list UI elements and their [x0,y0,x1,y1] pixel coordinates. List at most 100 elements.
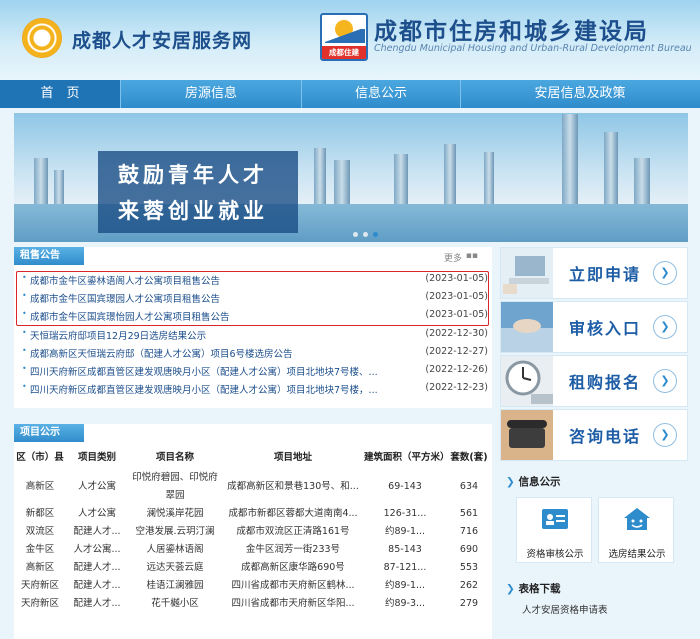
qualification-review-card[interactable]: 资格审核公示 [516,497,592,563]
clock-photo-icon [501,356,553,406]
application-form-download-link[interactable]: 人才安居资格申请表 [522,602,608,616]
logo-badge: 成都住建 [322,46,366,59]
column-header: 套数(套) [450,452,488,463]
review-entry-button[interactable]: 审核入口 ❯ [500,301,688,353]
chevron-right-icon: ❯ [506,583,519,595]
arrow-right-icon: ❯ [653,423,677,447]
table-cell: 约89-1... [384,580,426,591]
table-cell[interactable]: 桂语江澜雅园 [128,577,222,595]
notice-item[interactable]: • 四川天府新区成都直管区建发观唐映月小区（配建人才公寓）项目北地块7号楼、...… [14,360,492,378]
table-cell: 人才公寓 [77,481,116,492]
column-header: 项目地址 [273,452,312,463]
notice-item-date: (2022-12-27) [425,345,488,357]
table-cell: 成都市双流区正清路161号 [236,526,350,537]
site-title-housing-bureau[interactable]: 成都市住房和城乡建设局 [374,12,649,46]
table-cell: 双流区 [25,526,55,537]
project-notice-panel: 项目公示 区（市）县 项目类别 项目名称 项目地址 建筑面积（平方米） 套数(套) 高新区… [14,424,492,639]
info-notice-section: ❯ 信息公示 资格审核公示 选房结果公示 [500,470,688,570]
nav-home[interactable]: 首 页 [0,80,120,108]
column-header: 区（市）县 [16,452,64,463]
table-cell: 高新区 [25,562,55,573]
table-cell: 配建人才... [73,580,121,591]
bullet-icon: • [22,345,27,355]
table-row[interactable]: 新都区 人才公寓 澜悦溪岸花园 成都市新都区蓉都大道南南4... 126-31... 56… [14,505,492,523]
talent-housing-logo-icon[interactable] [22,18,62,58]
laptop-photo-icon [501,248,553,298]
table-cell: 87-121... [383,562,427,573]
highlight-box [16,271,489,326]
roof-icon [325,29,365,43]
table-row[interactable]: 高新区 配建人才... 远达天荟云庭 成都高新区康华路690号 87-121... 553 [14,559,492,577]
nav-policy[interactable]: 安居信息及政策 [461,80,699,108]
table-cell: 69-143 [388,481,422,492]
notice-item-date: (2022-12-30) [425,327,488,339]
table-cell[interactable]: 印悦府碧园、印悦府翠园 [128,469,222,505]
table-cell: 262 [459,580,479,591]
table-row[interactable]: 天府新区 配建人才... 花千樾小区 四川省成都市天府新区华阳... 约89-3... 2… [14,595,492,613]
table-row[interactable]: 高新区 人才公寓 印悦府碧园、印悦府翠园 成都高新区和景巷130号、和... 69-14… [14,469,492,505]
bullet-icon: • [22,363,27,373]
download-section-title: ❯ 表格下载 [506,581,560,596]
table-cell[interactable]: 花千樾小区 [128,595,222,613]
table-cell[interactable]: 人居鎏林语阁 [128,541,222,559]
table-cell: 成都高新区康华路690号 [241,562,345,573]
table-cell: 四川省成都市天府新区华阳... [231,598,355,609]
banner-slogan-line1: 鼓励青年人才 [118,163,268,187]
banner-slogan-line2: 来蓉创业就业 [118,199,268,223]
table-cell: 约89-1... [384,526,426,537]
skyline-tower [562,114,578,218]
notice-item-title[interactable]: 四川天府新区成都直管区建发观唐映月小区（配建人才公寓）项目北地块7号楼、... [30,364,418,378]
apply-now-button[interactable]: 立即申请 ❯ [500,247,688,299]
table-cell: 279 [459,598,479,609]
rent-purchase-signup-button[interactable]: 租购报名 ❯ [500,355,688,407]
review-entry-label: 审核入口 [569,319,642,338]
table-cell: 成都市新都区蓉都大道南南4... [228,508,358,519]
arrow-right-icon: ❯ [653,369,677,393]
column-header: 建筑面积（平方米） [364,452,450,463]
more-grid-icon[interactable]: ▪▪ [466,251,478,261]
site-header: 成都人才安居服务网 成都住建 成都市住房和城乡建设局 Chengdu Munic… [0,0,700,80]
housing-selection-result-label: 选房结果公示 [608,549,666,560]
apply-now-label: 立即申请 [569,265,642,284]
arrow-right-icon: ❯ [653,261,677,285]
consult-phone-button[interactable]: 咨询电话 ❯ [500,409,688,461]
table-cell: 金牛区润芳一街233号 [245,544,341,555]
housing-selection-result-card[interactable]: 选房结果公示 [598,497,674,563]
notice-item-title[interactable]: 成都高新区天恒瑞云府邸（配建人才公寓）项目6号楼选房公告 [30,346,418,360]
table-row[interactable]: 天府新区 配建人才... 桂语江澜雅园 四川省成都市天府新区鹤林... 约89-1...… [14,577,492,595]
table-cell[interactable]: 空港发展.云玥汀澜 [128,523,222,541]
column-header: 项目名称 [155,452,194,463]
info-title-text: 信息公示 [518,476,561,488]
table-cell: 新都区 [25,508,55,519]
site-subtitle-english: Chengdu Municipal Housing and Urban-Rura… [374,43,692,54]
notice-item[interactable]: • 四川天府新区成都直管区建发观唐映月小区（配建人才公寓）项目北地块7号楼，...… [14,378,492,396]
info-section-title: ❯ 信息公示 [506,474,560,489]
arrow-right-icon: ❯ [653,315,677,339]
table-row[interactable]: 双流区 配建人才... 空港发展.云玥汀澜 成都市双流区正清路161号 约89-1...… [14,523,492,541]
table-cell: 人才公寓 [77,508,116,519]
banner-dot-active[interactable] [373,232,378,237]
notice-item-title[interactable]: 四川天府新区成都直管区建发观唐映月小区（配建人才公寓）项目北地块7号楼，... [30,382,418,396]
notice-item-title[interactable]: 天恒瑞云府邸项目12月29日选房结果公示 [30,328,418,342]
banner-dot[interactable] [363,232,368,237]
nav-public-notice[interactable]: 信息公示 [302,80,460,108]
bullet-icon: • [22,382,27,392]
notice-item[interactable]: • 成都高新区天恒瑞云府邸（配建人才公寓）项目6号楼选房公告 (2022-12-27… [14,342,492,360]
download-title-text: 表格下载 [518,583,561,595]
table-cell: 天府新区 [20,598,59,609]
telephone-photo-icon [501,410,553,460]
table-cell[interactable]: 远达天荟云庭 [128,559,222,577]
hero-banner[interactable]: 鼓励青年人才 来蓉创业就业 [14,113,688,242]
rent-purchase-signup-label: 租购报名 [569,373,642,392]
house-smile-icon [624,508,650,530]
site-title-talent-housing[interactable]: 成都人才安居服务网 [72,26,252,53]
banner-dot[interactable] [353,232,358,237]
notice-item[interactable]: • 天恒瑞云府邸项目12月29日选房结果公示 (2022-12-30) [14,324,492,342]
notice-item-date: (2022-12-23) [425,382,488,394]
nav-housing-info[interactable]: 房源信息 [121,80,301,108]
more-link[interactable]: 更多 [444,251,462,264]
panel-title-rental-notice: 租售公告 [14,247,84,265]
housing-bureau-logo-icon[interactable]: 成都住建 [320,13,368,61]
table-row[interactable]: 金牛区 人才公寓... 人居鎏林语阁 金牛区润芳一街233号 85-143 690 [14,541,492,559]
table-cell[interactable]: 澜悦溪岸花园 [128,505,222,523]
